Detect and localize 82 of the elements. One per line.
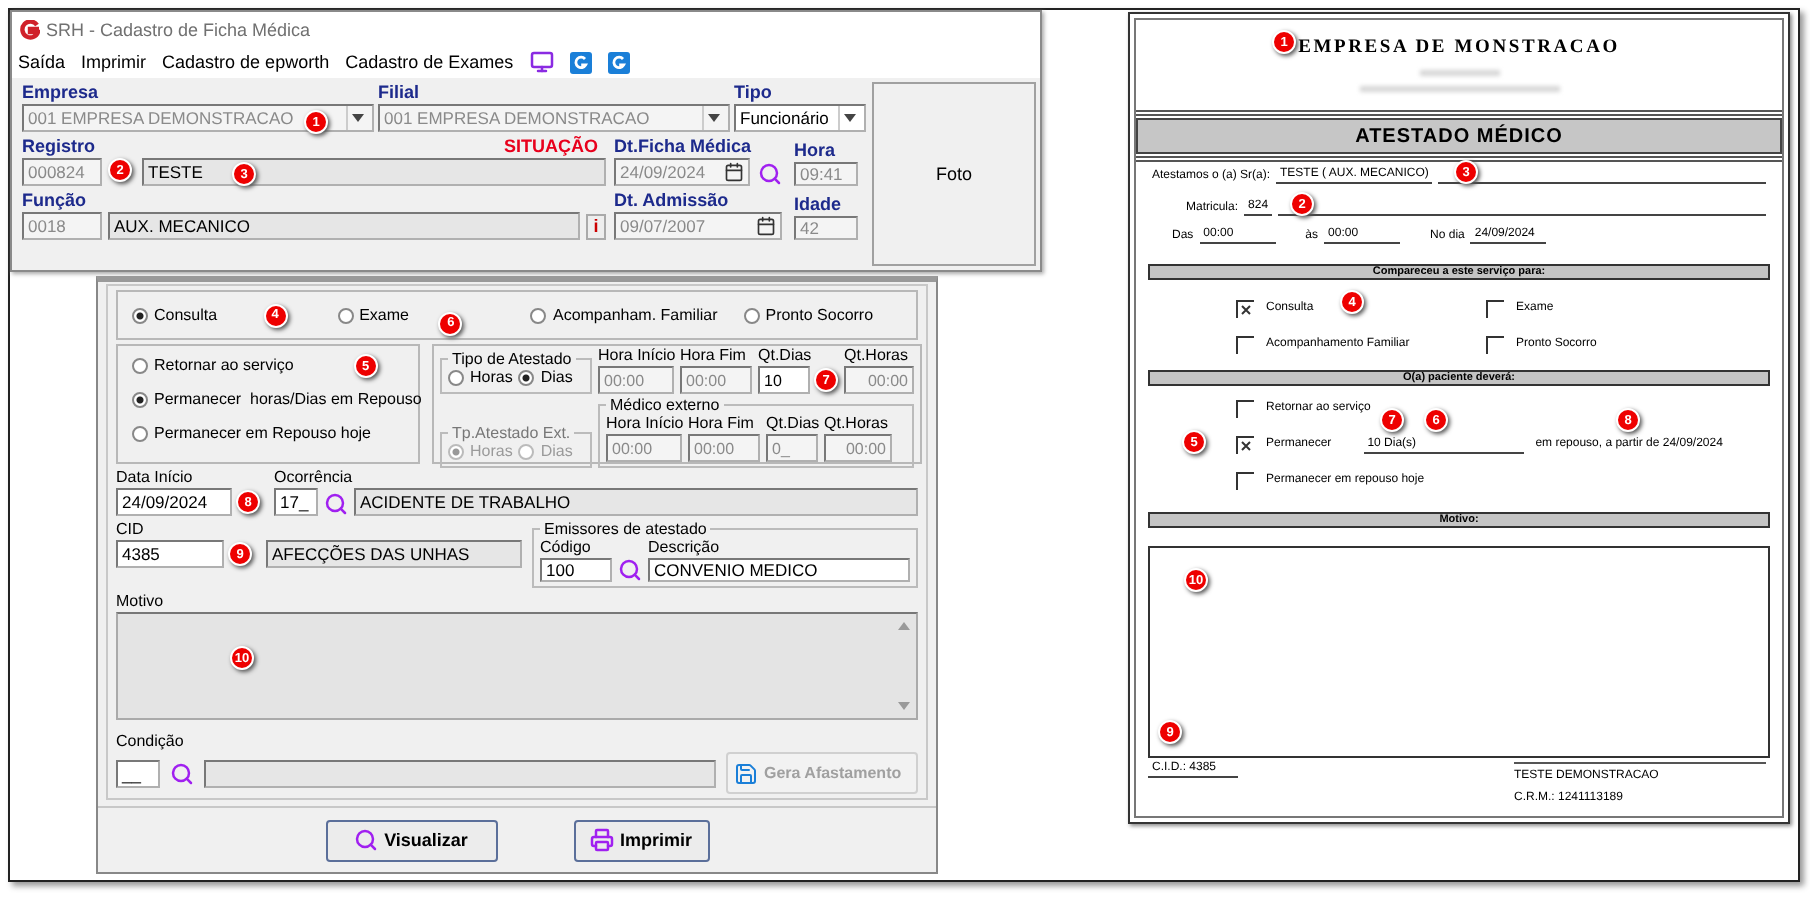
field-label: Ocorrência [274,468,355,488]
field-label: Função [22,190,89,212]
radio-option[interactable]: Acompanham. Familiar [530,305,718,325]
printer-icon [589,828,614,852]
description-field[interactable]: CONVENIO MEDICO [648,558,910,582]
group-title: Tipo de Atestado [450,350,574,368]
field-label: Hora Início [606,414,682,434]
code-field[interactable]: 17_ [274,488,318,516]
field-label: CID [116,520,146,540]
field-label: Dt. Admissão [614,190,731,212]
condition-field[interactable] [204,759,716,787]
field-label: Qt.Dias [758,346,814,366]
search-icon[interactable] [170,761,194,785]
occurrence-field[interactable]: ACIDENTE DE TRABALHO [354,488,918,516]
radio-circle[interactable] [132,426,148,442]
condition-code-field[interactable]: __ [116,759,160,787]
menu-item[interactable]: Imprimir [81,52,147,72]
type-select[interactable]: Funcionário [734,104,866,132]
date-field[interactable]: 24/09/2024 [116,488,232,516]
status-label: SITUAÇÃO [504,136,598,158]
field-label: Filial [378,82,422,104]
field-label: Hora Início [598,346,674,366]
radio-circle[interactable] [448,370,464,386]
radio-circle[interactable] [132,307,148,323]
field-label: Hora Fim [680,346,748,366]
code-field[interactable]: 100 [540,558,612,582]
photo-label: Foto [935,164,972,184]
cid-description-field[interactable]: AFECÇÕES DAS UNHAS [266,540,522,568]
window-title: SRH - Cadastro de Ficha Médica [46,19,311,39]
menu-item[interactable]: Saída [18,52,66,72]
job-field[interactable]: AUX. MECANICO [108,212,580,240]
logo-icon [20,19,40,39]
monitor-icon[interactable] [529,50,554,74]
cid-field[interactable]: 4385 [116,540,224,568]
app-icon[interactable] [569,51,592,73]
search-icon[interactable] [618,558,642,582]
radio-option[interactable]: Dias [518,368,573,388]
menu-item[interactable]: Cadastro de Exames [345,52,514,72]
radio-option[interactable]: Exame [337,305,409,325]
field-label: Registro [22,136,96,158]
field-label: Hora Fim [688,414,756,434]
info-button[interactable]: i [586,214,606,240]
company-name: EMPRESA DE MONSTRACAO [1298,38,1620,60]
menu-item[interactable]: Cadastro de epworth [162,52,330,72]
radio-circle[interactable] [132,358,148,374]
field-label: Qt.Horas [844,346,911,366]
search-icon[interactable] [758,162,782,186]
group-title: Emissores de atestado [542,520,709,538]
field-label: Tipo [734,82,774,104]
field-label: Data Início [116,468,195,488]
app-icon[interactable] [607,51,630,73]
search-icon [354,828,379,852]
field-label: Descrição [648,538,722,558]
radio-option[interactable]: Consulta [132,305,218,325]
dropdown-arrow-icon[interactable] [838,106,860,130]
field-label: Qt.Horas [824,414,891,434]
print-button[interactable]: Imprimir [573,819,709,861]
radio-option[interactable]: Horas [448,368,513,388]
document-title: ATESTADO MÉDICO [1136,118,1782,154]
radio-circle[interactable] [743,307,760,323]
group-title: Tp.Atestado Ext. [450,424,573,442]
time-field[interactable]: 10 [758,366,810,394]
field-label: Hora [794,140,838,162]
field-label: Código [540,538,593,558]
field-label: Dt.Ficha Médica [614,136,754,158]
radio-option[interactable]: Retornar ao serviço [132,356,294,376]
field-label: Condição [116,732,186,752]
group-title: Médico externo [608,396,722,414]
preview-button[interactable]: Visualizar [325,819,497,861]
radio-circle[interactable] [337,307,354,323]
radio-circle[interactable] [518,370,535,386]
radio-option[interactable]: Pronto Socorro [743,305,874,325]
field-label: Qt.Dias [766,414,818,434]
radio-option[interactable]: Permanecer horas/Dias em Repouso [132,390,422,410]
field-label: Motivo [116,592,166,612]
radio-circle[interactable] [132,392,148,408]
field-label: Idade [794,194,844,216]
save-icon [734,761,758,785]
field-label: Empresa [22,82,101,104]
radio-circle[interactable] [530,307,547,323]
radio-option[interactable]: Permanecer em Repouso hoje [132,424,372,444]
search-icon[interactable] [324,492,348,516]
